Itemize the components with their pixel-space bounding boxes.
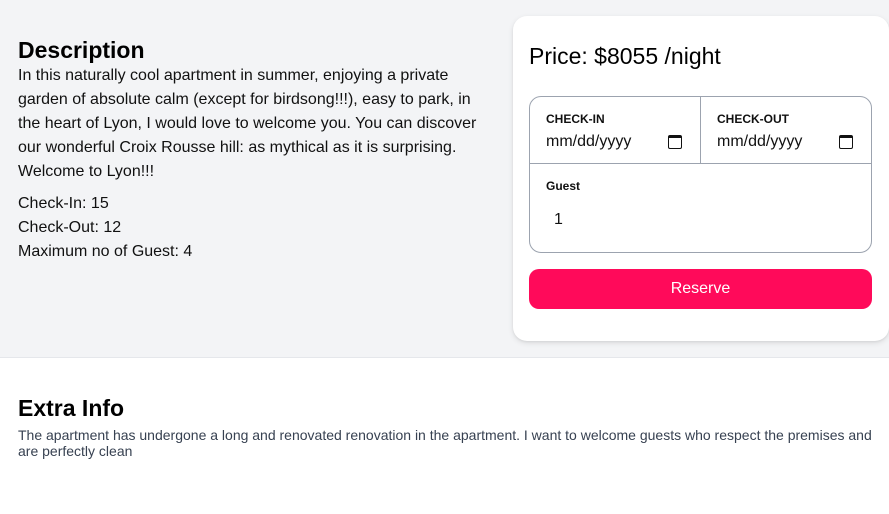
- check-in-info: Check-In: 15: [18, 195, 109, 212]
- check-out-input[interactable]: mm/dd/yyyy: [717, 133, 802, 151]
- description-text: In this naturally cool apartment in summ…: [18, 67, 477, 180]
- extra-info-text: The apartment has undergone a long and r…: [18, 427, 872, 459]
- extra-info-heading: Extra Info: [18, 395, 125, 421]
- check-out-info: Check-Out: 12: [18, 219, 122, 236]
- booking-form-box: CHECK-IN mm/dd/yyyy CHECK-OUT mm/dd/yyyy…: [529, 96, 872, 253]
- calendar-icon[interactable]: [668, 135, 682, 149]
- reserve-button[interactable]: Reserve: [529, 269, 872, 309]
- price-per-night: Price: $8055 /night: [529, 43, 721, 69]
- guest-label: Guest: [546, 179, 581, 193]
- check-in-label: CHECK-IN: [546, 112, 605, 126]
- description-heading: Description: [18, 37, 145, 63]
- check-in-field[interactable]: CHECK-IN mm/dd/yyyy: [530, 97, 700, 163]
- calendar-icon[interactable]: [839, 135, 853, 149]
- check-in-input[interactable]: mm/dd/yyyy: [546, 133, 631, 151]
- max-guests-info: Maximum no of Guest: 4: [18, 243, 193, 260]
- listing-top-section: Description In this naturally cool apart…: [0, 0, 889, 358]
- stay-details: Check-In: 15 Check-Out: 12 Maximum no of…: [18, 192, 488, 264]
- extra-info-section: Extra Info The apartment has undergone a…: [18, 394, 880, 459]
- guest-field[interactable]: Guest 1: [530, 164, 871, 252]
- date-row: CHECK-IN mm/dd/yyyy CHECK-OUT mm/dd/yyyy: [530, 97, 871, 164]
- check-out-label: CHECK-OUT: [717, 112, 789, 126]
- description-section: Description In this naturally cool apart…: [18, 36, 488, 264]
- guest-input[interactable]: 1: [554, 211, 563, 229]
- check-out-field[interactable]: CHECK-OUT mm/dd/yyyy: [700, 97, 871, 163]
- booking-card: Price: $8055 /night CHECK-IN mm/dd/yyyy …: [513, 16, 889, 341]
